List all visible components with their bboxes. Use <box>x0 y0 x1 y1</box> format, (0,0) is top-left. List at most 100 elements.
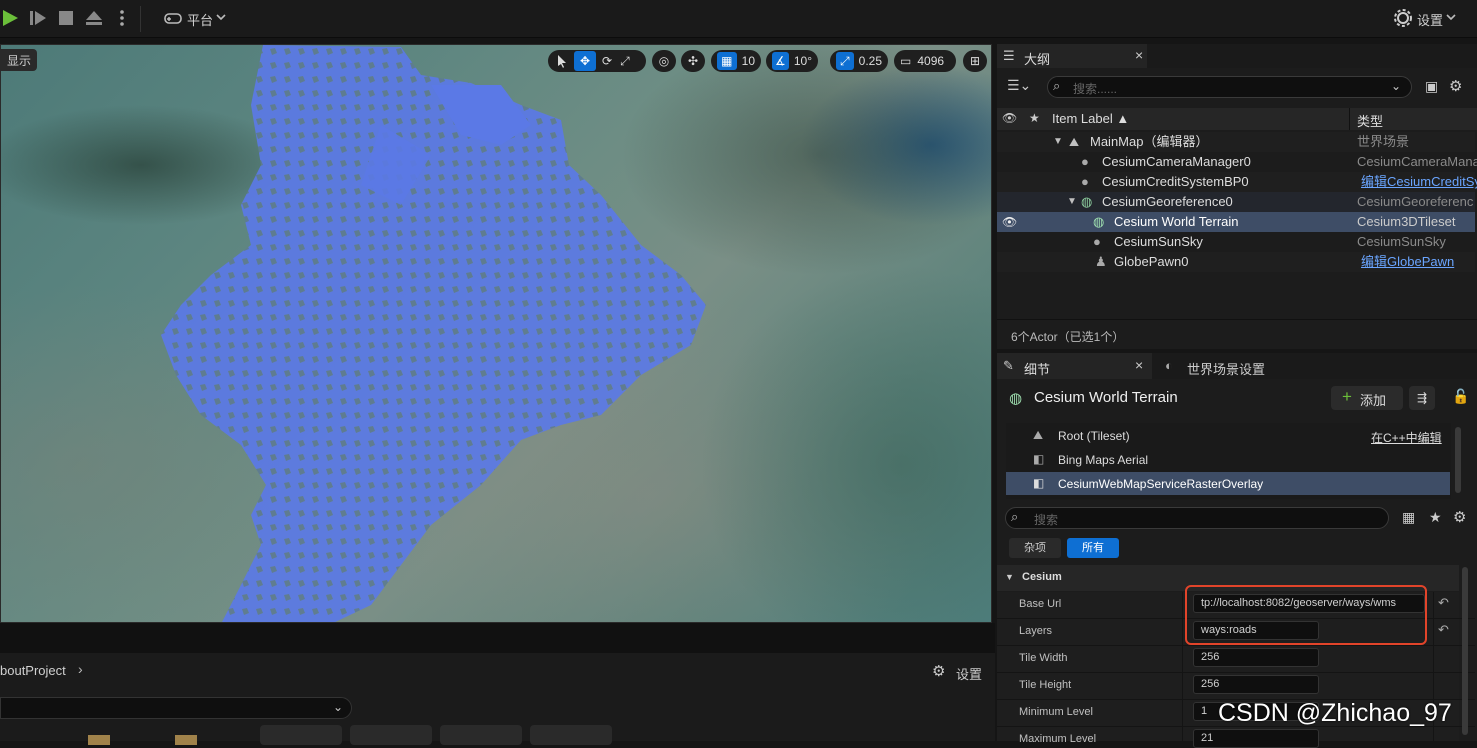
add-folder-icon[interactable]: ▣ <box>1425 78 1438 95</box>
outliner-row-creditsystem[interactable]: ● CesiumCreditSystemBP0 编辑CesiumCreditSy <box>997 172 1477 192</box>
globe-icon[interactable]: ◎ <box>652 50 676 72</box>
transform-tools-group: ✥ ⟳ ⤢ <box>548 50 646 72</box>
world-settings-icon: ◐ <box>1165 358 1173 373</box>
outliner-row-globepawn[interactable]: ♟ GlobePawn0 编辑GlobePawn <box>997 252 1475 272</box>
outliner-row-sunsky[interactable]: ● CesiumSunSky CesiumSunSky <box>997 232 1475 252</box>
level-viewport[interactable]: 显示 ✥ ⟳ ⤢ ◎ ✣ ▦ 10 ∡ 10° ⤢ 0.25 ▭ 4096 ⊞ <box>0 44 992 623</box>
close-icon[interactable]: × <box>1135 357 1143 373</box>
row-label: MainMap（编辑器） <box>1090 134 1209 149</box>
outliner-footer: 6个Actor（已选1个） <box>997 319 1477 349</box>
surface-snap-icon[interactable]: ✣ <box>681 50 705 72</box>
outliner-row-cameramanager[interactable]: ● CesiumCameraManager0 CesiumCameraMana <box>997 152 1477 172</box>
reset-arrow-icon[interactable]: ↶ <box>1438 622 1449 638</box>
gear-icon[interactable]: ⚙ <box>1453 508 1466 526</box>
details-tab-bar: ✎ 细节 × ◐ 世界场景设置 <box>997 353 1477 379</box>
platform-menu-label[interactable]: 平台 <box>187 10 213 29</box>
gear-icon[interactable]: ⚙ <box>1449 77 1462 95</box>
component-bing-maps[interactable]: ◧ Bing Maps Aerial <box>1006 449 1450 471</box>
actor-icon: ● <box>1081 174 1089 189</box>
grid-snap-button[interactable]: ▦ 10 <box>711 50 761 72</box>
expand-arrow-icon[interactable]: ▼ <box>1053 132 1063 152</box>
chevron-down-icon[interactable] <box>214 10 228 24</box>
gear-icon[interactable]: ⚙ <box>932 662 945 680</box>
search-placeholder: 搜索...... <box>1073 82 1118 96</box>
camera-speed-value: 4096 <box>917 54 945 68</box>
outliner-search-input[interactable]: ⌕ 搜索...... ⌄ <box>1047 76 1412 98</box>
maximum-level-field[interactable]: 21 <box>1193 729 1319 748</box>
gear-icon[interactable] <box>1393 8 1413 28</box>
settings-menu-label[interactable]: 设置 <box>1417 10 1443 29</box>
breadcrumb[interactable]: boutProject <box>0 663 66 678</box>
asset-thumbnail[interactable] <box>440 725 522 745</box>
tile-height-field[interactable]: 256 <box>1193 675 1319 694</box>
component-wms-overlay-selected[interactable]: ◧ CesiumWebMapServiceRasterOverlay <box>1006 472 1450 495</box>
row-label: CesiumGeoreference0 <box>1102 194 1233 209</box>
column-item-label[interactable]: Item Label ▲ <box>1052 111 1129 126</box>
details-tab[interactable]: ✎ 细节 × <box>997 353 1152 379</box>
star-icon[interactable]: ★ <box>1429 509 1442 526</box>
path-dropdown[interactable]: ⌄ <box>0 697 352 719</box>
tile-width-field[interactable]: 256 <box>1193 648 1319 667</box>
advance-frame-icon[interactable] <box>28 8 48 28</box>
select-cursor-icon[interactable] <box>554 53 570 69</box>
angle-icon: ∡ <box>772 52 789 70</box>
rotation-snap-button[interactable]: ∡ 10° <box>766 50 818 72</box>
filter-misc-button[interactable]: 杂项 <box>1009 538 1061 558</box>
details-search-input[interactable]: ⌕ 搜索 <box>1005 507 1389 529</box>
move-tool-icon[interactable]: ✥ <box>574 51 596 71</box>
folder-icon <box>88 735 110 745</box>
eject-icon[interactable] <box>84 8 104 28</box>
outliner-row-worldterrain-selected[interactable]: 👁 ◍ Cesium World Terrain Cesium3DTileset <box>997 212 1475 232</box>
more-options-icon[interactable] <box>112 8 132 28</box>
wms-road-overlay <box>161 45 706 622</box>
filter-icon[interactable]: ☰⌄ <box>1007 77 1031 94</box>
world-settings-tab[interactable]: 世界场景设置 <box>1187 359 1265 378</box>
plus-icon: + <box>1342 387 1352 406</box>
scale-snap-button[interactable]: ⤢ 0.25 <box>830 50 888 72</box>
edit-in-cpp-link[interactable]: 在C++中编辑 <box>1371 429 1442 446</box>
row-type-link[interactable]: 编辑GlobePawn <box>1361 252 1454 272</box>
watermark: CSDN @Zhichao_97 <box>1218 699 1452 727</box>
details-scrollbar[interactable] <box>1462 567 1468 735</box>
stop-icon[interactable] <box>56 8 76 28</box>
rotate-tool-icon[interactable]: ⟳ <box>602 54 612 68</box>
gamepad-icon[interactable] <box>163 8 183 28</box>
asset-thumbnail[interactable] <box>260 725 342 745</box>
row-type: CesiumGeoreferenc <box>1357 194 1474 209</box>
eye-icon[interactable]: 👁 <box>1002 212 1017 232</box>
asset-thumbnail[interactable] <box>350 725 432 745</box>
row-type: Cesium3DTileset <box>1357 214 1456 229</box>
close-icon[interactable]: × <box>1135 47 1143 63</box>
search-icon: ⌕ <box>1053 78 1061 93</box>
outliner-row-mainmap[interactable]: ▼ ⛰ MainMap（编辑器） 世界场景 <box>997 132 1475 152</box>
show-menu-button[interactable]: 显示 <box>1 49 38 71</box>
column-divider <box>1182 592 1183 741</box>
scale-snap-value: 0.25 <box>858 54 882 68</box>
row-type: CesiumSunSky <box>1357 234 1446 249</box>
play-icon[interactable] <box>0 8 20 28</box>
column-type[interactable]: 类型 <box>1357 111 1383 130</box>
content-settings-label[interactable]: 设置 <box>956 664 982 683</box>
reset-arrow-icon[interactable]: ↶ <box>1438 595 1449 611</box>
outliner-row-georeference[interactable]: ▼ ◍ CesiumGeoreference0 CesiumGeoreferen… <box>997 192 1475 212</box>
add-component-button[interactable]: + 添加 <box>1331 386 1403 410</box>
chevron-down-icon[interactable]: ⌄ <box>1391 79 1401 93</box>
chevron-down-icon[interactable] <box>1444 10 1458 24</box>
filter-all-button[interactable]: 所有 <box>1067 538 1119 558</box>
chevron-right-icon[interactable]: › <box>78 661 83 677</box>
component-tree-scrollbar[interactable] <box>1455 427 1461 493</box>
component-root[interactable]: ⛰ Root (Tileset) 在C++中编辑 <box>1006 425 1450 447</box>
outliner-tab[interactable]: ☰ 大纲 × <box>997 44 1147 68</box>
table-view-icon[interactable]: ▦ <box>1402 509 1415 526</box>
asset-thumbnail[interactable] <box>530 725 612 745</box>
component-icon: ◧ <box>1033 476 1045 490</box>
camera-speed-button[interactable]: ▭ 4096 <box>894 50 956 72</box>
lock-icon[interactable]: 🔓 <box>1452 388 1469 405</box>
highlight-box <box>1185 585 1427 645</box>
expand-arrow-icon[interactable]: ▼ <box>1067 192 1077 212</box>
pencil-icon: ✎ <box>1003 358 1014 373</box>
viewport-layout-icon[interactable]: ⊞ <box>963 50 987 72</box>
scale-tool-icon[interactable]: ⤢ <box>620 54 630 69</box>
row-type-link[interactable]: 编辑CesiumCreditSy <box>1361 172 1477 192</box>
blueprint-icon[interactable]: ⇶ <box>1409 386 1435 410</box>
